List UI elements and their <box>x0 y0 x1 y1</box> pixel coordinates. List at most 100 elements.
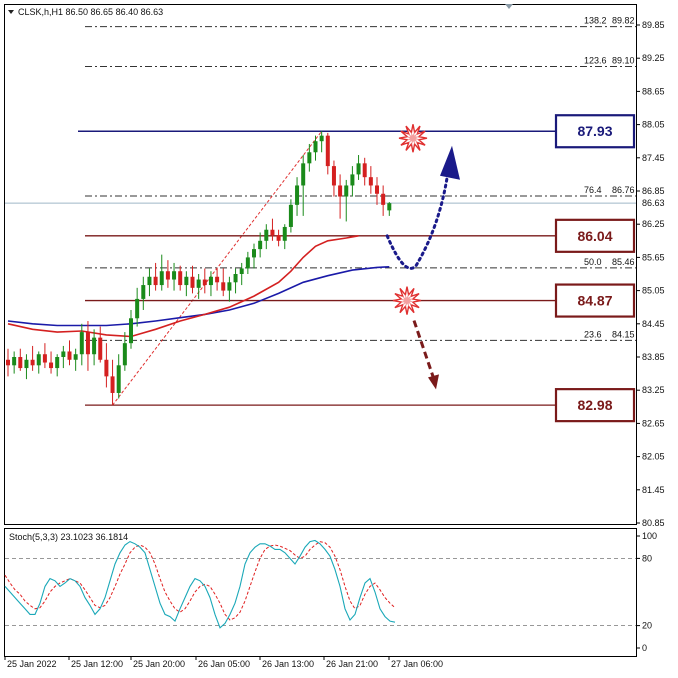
price-axis-label: 88.65 <box>642 86 665 96</box>
candle-body <box>110 376 115 393</box>
candle-body <box>245 257 250 269</box>
candle-body <box>55 357 60 369</box>
price-axis-label: 83.85 <box>642 352 665 362</box>
candle-body <box>331 166 336 186</box>
candle-body <box>319 135 324 142</box>
candle-body <box>282 226 287 241</box>
candle-body <box>184 276 189 286</box>
price-axis-label: 85.05 <box>642 286 665 296</box>
stoch-axis-label: 20 <box>642 621 652 631</box>
candle-body <box>387 203 392 211</box>
candle-body <box>344 185 349 197</box>
candle-body <box>375 185 379 194</box>
candle-body <box>104 359 109 377</box>
candle-body <box>276 235 281 241</box>
level-value: 86.04 <box>577 228 612 244</box>
candle-body <box>141 285 146 299</box>
fib-level-price: 89.82 <box>612 16 635 26</box>
candle-body <box>202 279 207 286</box>
price-axis-label: 88.05 <box>642 120 665 130</box>
fib-level-price: 86.76 <box>612 185 635 195</box>
candle-body <box>85 332 90 355</box>
candle-body <box>350 174 355 186</box>
candle-body <box>221 282 226 291</box>
candle-body <box>190 276 195 288</box>
trading-chart: 138.2 89.82 123.6 89.10 76.4 86.76 50.0 85.46 23… <box>4 4 671 669</box>
candle-body <box>368 177 373 186</box>
time-axis-label: 27 Jan 06:00 <box>391 659 443 669</box>
fib-level-ratio: 138.2 <box>584 16 607 26</box>
fib-level-price: 85.46 <box>612 257 635 267</box>
price-axis-label: 87.45 <box>642 153 665 163</box>
stoch-header: Stoch(5,3,3) 23.1023 36.1814 <box>9 532 128 542</box>
candle-body <box>42 354 47 363</box>
fib-level-ratio: 123.6 <box>584 56 607 66</box>
candle-body <box>18 357 23 369</box>
time-axis-label: 25 Jan 20:00 <box>133 659 185 669</box>
candle-body <box>30 359 35 366</box>
price-axis-label: 81.45 <box>642 485 665 495</box>
candle-body <box>325 135 330 167</box>
candle-body <box>49 362 54 369</box>
price-axis-label: 89.85 <box>642 20 665 30</box>
price-axis-label: 82.65 <box>642 418 665 428</box>
candle-body <box>338 185 343 197</box>
fib-level-price: 89.10 <box>612 56 635 66</box>
candle-body <box>24 359 29 369</box>
candle-body <box>73 354 78 360</box>
candle-body <box>381 193 386 205</box>
candle-body <box>215 276 220 283</box>
fib-level-price: 84.15 <box>612 329 635 339</box>
candle-body <box>67 351 72 360</box>
current-price-label: 86.63 <box>642 198 665 208</box>
candle-body <box>129 318 133 344</box>
time-axis-label: 26 Jan 05:00 <box>198 659 250 669</box>
candle-body <box>79 332 84 355</box>
candle-body <box>270 229 275 236</box>
candle-body <box>264 229 269 241</box>
candle-body <box>356 163 361 175</box>
candle-body <box>252 249 256 258</box>
candle-body <box>147 276 152 286</box>
candle-body <box>98 337 103 360</box>
fib-level-ratio: 76.4 <box>584 185 602 195</box>
stoch-axis-label: 100 <box>642 531 657 541</box>
price-axis-label: 83.25 <box>642 385 665 395</box>
candle-body <box>6 359 10 366</box>
candle-body <box>227 282 232 291</box>
level-value: 84.87 <box>577 293 612 309</box>
candle-body <box>258 240 263 250</box>
price-axis-label: 82.05 <box>642 452 665 462</box>
candle-body <box>135 298 140 319</box>
price-axis-label: 80.85 <box>642 518 665 528</box>
price-axis-label: 89.25 <box>642 53 665 63</box>
candle-body <box>92 337 97 355</box>
candle-body <box>313 141 318 153</box>
price-axis-label: 86.25 <box>642 219 665 229</box>
stoch-axis-label: 0 <box>642 643 647 653</box>
time-axis-label: 25 Jan 2022 <box>7 659 57 669</box>
candle-body <box>178 271 183 286</box>
price-axis-label: 84.45 <box>642 319 665 329</box>
candle-body <box>295 185 300 205</box>
candle-body <box>153 276 158 286</box>
price-axis-label: 86.85 <box>642 186 665 196</box>
level-value: 87.93 <box>577 123 612 139</box>
candle-body <box>233 274 238 283</box>
candle-body <box>196 279 201 288</box>
candle-body <box>159 271 164 286</box>
time-axis-label: 26 Jan 21:00 <box>326 659 378 669</box>
candle-body <box>61 351 66 357</box>
fib-level-ratio: 50.0 <box>584 257 602 267</box>
candle-body <box>36 354 41 366</box>
price-axis-label: 85.65 <box>642 252 665 262</box>
stoch-axis-label: 80 <box>642 553 652 563</box>
candle-body <box>165 271 170 280</box>
chart-header: CLSK,h,H1 86.50 86.65 86.40 86.63 <box>18 7 163 17</box>
candle-body <box>116 365 121 393</box>
candle-body <box>12 357 17 366</box>
fib-level-ratio: 23.6 <box>584 329 602 339</box>
candle-body <box>208 276 213 286</box>
time-axis-label: 25 Jan 12:00 <box>71 659 123 669</box>
candle-body <box>307 152 312 164</box>
